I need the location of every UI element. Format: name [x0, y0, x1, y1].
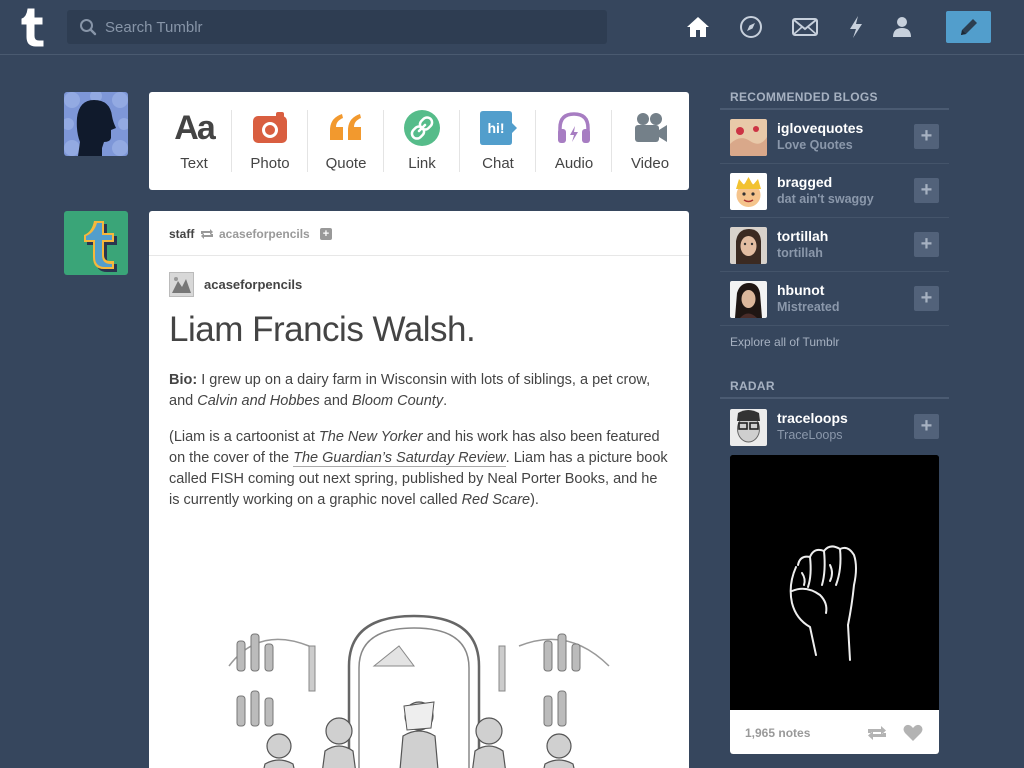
link-icon	[404, 110, 440, 146]
bio-italic: Calvin and Hobbes	[197, 393, 320, 409]
post-title: Liam Francis Walsh.	[169, 310, 476, 349]
recommended-blog-item[interactable]: tortillah tortillah +	[720, 218, 949, 272]
staff-avatar[interactable]	[64, 211, 128, 275]
blog-title: Love Quotes	[777, 138, 853, 152]
quote-icon	[330, 114, 361, 140]
post-type-audio[interactable]: Audio	[536, 92, 612, 190]
explore-link[interactable]: Explore all of Tumblr	[730, 335, 839, 349]
post-type-quote[interactable]: Quote	[308, 92, 384, 190]
follow-plus-icon[interactable]: +	[320, 228, 332, 240]
description-text: ).	[530, 492, 539, 508]
post-type-text[interactable]: Aa Text	[156, 92, 232, 190]
radar-heading: RADAR	[730, 379, 775, 393]
pencil-icon	[960, 19, 977, 35]
follow-plus-button[interactable]: +	[914, 414, 939, 439]
svg-text:hi!: hi!	[487, 120, 504, 136]
follow-plus-button[interactable]: +	[914, 232, 939, 257]
blog-name[interactable]: tortillah	[777, 228, 828, 244]
follow-plus-button[interactable]: +	[914, 124, 939, 149]
fist-animation-image	[730, 455, 939, 710]
reblogger-name[interactable]: staff	[169, 227, 194, 241]
source-blog-name[interactable]: acaseforpencils	[204, 277, 302, 292]
post-type-chat[interactable]: hi! Chat	[460, 92, 536, 190]
bio-text: .	[443, 393, 448, 409]
post-type-label: Text	[180, 155, 208, 172]
search-input[interactable]	[105, 10, 595, 44]
post-type-label: Audio	[554, 155, 594, 172]
blog-avatar[interactable]	[730, 173, 767, 210]
bio-text: and	[319, 393, 353, 409]
reblog-source-name[interactable]: acaseforpencils	[219, 227, 310, 241]
camera-icon	[253, 112, 287, 143]
blog-avatar[interactable]	[730, 227, 767, 264]
post-type-label: Chat	[482, 155, 514, 172]
chat-icon: hi!	[480, 111, 517, 145]
follow-plus-button[interactable]: +	[914, 178, 939, 203]
bio-italic: Bloom County	[352, 393, 444, 409]
blog-avatar[interactable]	[730, 409, 767, 446]
explore-compass-icon[interactable]	[737, 13, 765, 41]
bio-label: Bio:	[169, 372, 198, 388]
post-type-photo[interactable]: Photo	[232, 92, 308, 190]
search-bar[interactable]	[67, 10, 607, 44]
follow-plus-button[interactable]: +	[914, 286, 939, 311]
cartoon-illustration	[199, 606, 629, 768]
home-icon[interactable]	[684, 13, 712, 41]
source-blog-avatar[interactable]	[169, 272, 194, 297]
video-camera-icon	[635, 113, 667, 142]
post-type-label: Photo	[250, 155, 290, 172]
text-icon: Aa	[174, 109, 215, 147]
top-header	[0, 0, 1024, 55]
post-type-label: Video	[630, 155, 670, 172]
guardian-link[interactable]: The Guardian’s Saturday Review	[293, 450, 506, 467]
post-type-label: Link	[408, 155, 436, 172]
blog-avatar[interactable]	[730, 119, 767, 156]
messages-envelope-icon[interactable]	[791, 13, 819, 41]
blog-name[interactable]: traceloops	[777, 410, 848, 426]
post-type-bar: Aa Text Photo Quote Link hi! Chat Audio …	[149, 92, 689, 190]
blog-avatar[interactable]	[730, 281, 767, 318]
recommended-blog-item[interactable]: hbunot Mistreated +	[720, 272, 949, 326]
reblog-icon[interactable]	[866, 724, 888, 742]
post-type-label: Quote	[325, 155, 367, 172]
reblog-icon	[201, 229, 213, 239]
like-heart-icon[interactable]	[903, 724, 923, 742]
blog-title: tortillah	[777, 246, 823, 260]
post-type-link[interactable]: Link	[384, 92, 460, 190]
blog-title: Mistreated	[777, 300, 840, 314]
description-italic: Red Scare	[461, 492, 531, 508]
post-type-video[interactable]: Video	[612, 92, 688, 190]
account-person-icon[interactable]	[888, 13, 916, 41]
divider	[720, 397, 949, 399]
blog-title: TraceLoops	[777, 428, 843, 442]
blog-title: dat ain't swaggy	[777, 192, 874, 206]
blog-name[interactable]: bragged	[777, 174, 832, 190]
recommended-blogs-heading: RECOMMENDED BLOGS	[730, 90, 878, 104]
notes-count[interactable]: 1,965 notes	[745, 726, 810, 740]
description-paragraph: (Liam is a cartoonist at The New Yorker …	[169, 427, 669, 511]
blog-name[interactable]: hbunot	[777, 282, 824, 298]
headphones-icon	[558, 112, 590, 143]
tumblr-logo-icon[interactable]	[16, 6, 50, 48]
radar-post-card[interactable]: 1,965 notes	[730, 455, 939, 754]
radar-blog-item[interactable]: traceloops TraceLoops +	[720, 400, 949, 454]
blog-name[interactable]: iglovequotes	[777, 120, 863, 136]
compose-post-button[interactable]	[946, 11, 991, 43]
description-text: (Liam is a cartoonist at	[169, 429, 319, 445]
recommended-blog-item[interactable]: iglovequotes Love Quotes +	[720, 110, 949, 164]
search-icon	[80, 19, 97, 36]
user-avatar[interactable]	[64, 92, 128, 156]
bio-paragraph: Bio: I grew up on a dairy farm in Wiscon…	[169, 370, 669, 412]
recommended-blog-item[interactable]: bragged dat ain't swaggy +	[720, 164, 949, 218]
activity-lightning-icon[interactable]	[842, 13, 870, 41]
radar-post-footer: 1,965 notes	[730, 710, 939, 754]
description-italic: The New Yorker	[318, 429, 423, 445]
post-header: staff acaseforpencils +	[149, 211, 689, 256]
post-card: staff acaseforpencils + acaseforpencils …	[149, 211, 689, 768]
